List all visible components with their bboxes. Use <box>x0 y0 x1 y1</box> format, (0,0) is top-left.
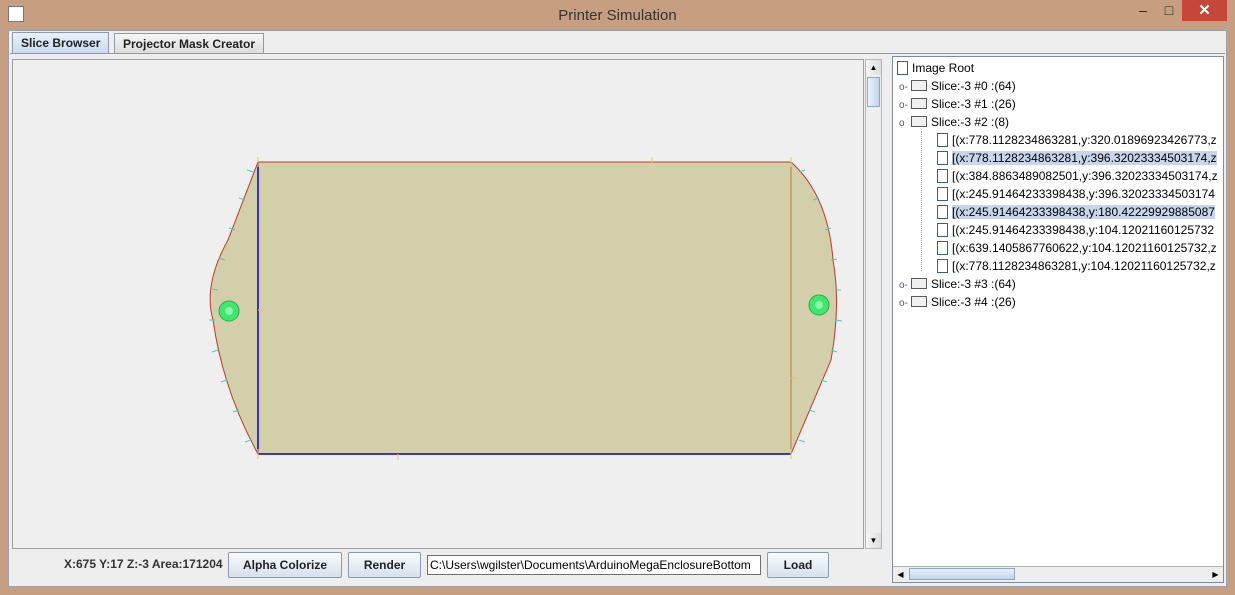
folder-icon <box>911 278 927 290</box>
folder-open-icon <box>911 116 927 128</box>
window-title: Printer Simulation <box>558 7 677 24</box>
tree-horizontal-scrollbar[interactable]: ◀ ▶ <box>893 566 1223 582</box>
title-bar[interactable]: Printer Simulation – □ ✕ <box>0 0 1235 30</box>
tree-leaf[interactable]: [(x:778.1128234863281,y:104.120211601257… <box>937 257 1216 275</box>
tab-projector-mask-creator[interactable]: Projector Mask Creator <box>114 33 265 53</box>
document-icon <box>937 204 948 219</box>
tree-item[interactable]: ọ Slice:-3 #2 :(8) <box>899 113 1009 131</box>
cursor-status: X:675 Y:17 Z:-3 Area:171204 <box>64 557 223 571</box>
close-button[interactable]: ✕ <box>1182 0 1227 21</box>
tree-leaf[interactable]: [(x:245.91464233398438,y:104.12021160125… <box>937 221 1214 239</box>
left-hole-center <box>225 307 233 315</box>
main-content: Slice Browser Projector Mask Creator ▲ ▼… <box>8 30 1227 587</box>
folder-icon <box>911 98 927 110</box>
expanded-key-icon[interactable]: ọ <box>899 115 911 133</box>
tree-leaf[interactable]: [(x:384.8863489082501,y:396.320233345031… <box>937 167 1218 185</box>
tree-item[interactable]: o- Slice:-3 #4 :(26) <box>899 293 1016 311</box>
document-icon <box>937 150 948 165</box>
document-icon <box>937 132 948 147</box>
minimize-button[interactable]: – <box>1130 0 1156 21</box>
collapsed-key-icon[interactable]: o- <box>899 295 911 313</box>
slice-shape <box>209 161 838 455</box>
scroll-right-icon[interactable]: ▶ <box>1208 567 1223 582</box>
tree-connector-line <box>921 131 922 271</box>
slice-tree[interactable]: Image Root o- Slice:-3 #0 :(64) o- Slice:-… <box>892 56 1224 583</box>
maximize-button[interactable]: □ <box>1156 0 1182 21</box>
alpha-colorize-button[interactable]: Alpha Colorize <box>228 552 342 578</box>
slice-canvas[interactable] <box>12 59 864 549</box>
scroll-up-icon[interactable]: ▲ <box>866 60 881 75</box>
file-path-input[interactable] <box>427 555 761 575</box>
document-icon <box>937 258 948 273</box>
document-icon <box>937 186 948 201</box>
tree-leaf[interactable]: [(x:639.1405867760622,y:104.120211601257… <box>937 239 1217 257</box>
document-icon <box>937 240 948 255</box>
tree-item[interactable]: o- Slice:-3 #3 :(64) <box>899 275 1016 293</box>
render-button[interactable]: Render <box>348 552 421 578</box>
scroll-thumb[interactable] <box>867 77 880 107</box>
canvas-vertical-scrollbar[interactable]: ▲ ▼ <box>865 59 882 549</box>
scroll-thumb[interactable] <box>909 568 1015 580</box>
tree-leaf-selected[interactable]: [(x:245.91464233398438,y:180.42229929885… <box>937 203 1215 221</box>
document-icon <box>937 168 948 183</box>
tab-slice-browser[interactable]: Slice Browser <box>12 32 110 54</box>
tree-leaf[interactable]: [(x:778.1128234863281,y:320.018969234267… <box>937 131 1217 149</box>
document-icon <box>897 60 908 75</box>
right-hole-center <box>815 301 823 309</box>
tree-item[interactable]: o- Slice:-3 #1 :(26) <box>899 95 1016 113</box>
document-icon <box>937 222 948 237</box>
load-button[interactable]: Load <box>767 552 829 578</box>
tab-divider <box>10 53 1225 54</box>
tree-leaf[interactable]: [(x:245.91464233398438,y:396.32023334503… <box>937 185 1215 203</box>
tree-root[interactable]: Image Root <box>897 59 974 77</box>
app-window: Printer Simulation – □ ✕ Slice Browser P… <box>0 0 1235 595</box>
tree-item[interactable]: o- Slice:-3 #0 :(64) <box>899 77 1016 95</box>
scroll-left-icon[interactable]: ◀ <box>893 567 908 582</box>
tree-leaf-selected[interactable]: [(x:778.1128234863281,y:396.320233345031… <box>937 149 1217 167</box>
slice-drawing <box>209 157 843 460</box>
folder-icon <box>911 296 927 308</box>
folder-icon <box>911 80 927 92</box>
scroll-down-icon[interactable]: ▼ <box>866 533 881 548</box>
